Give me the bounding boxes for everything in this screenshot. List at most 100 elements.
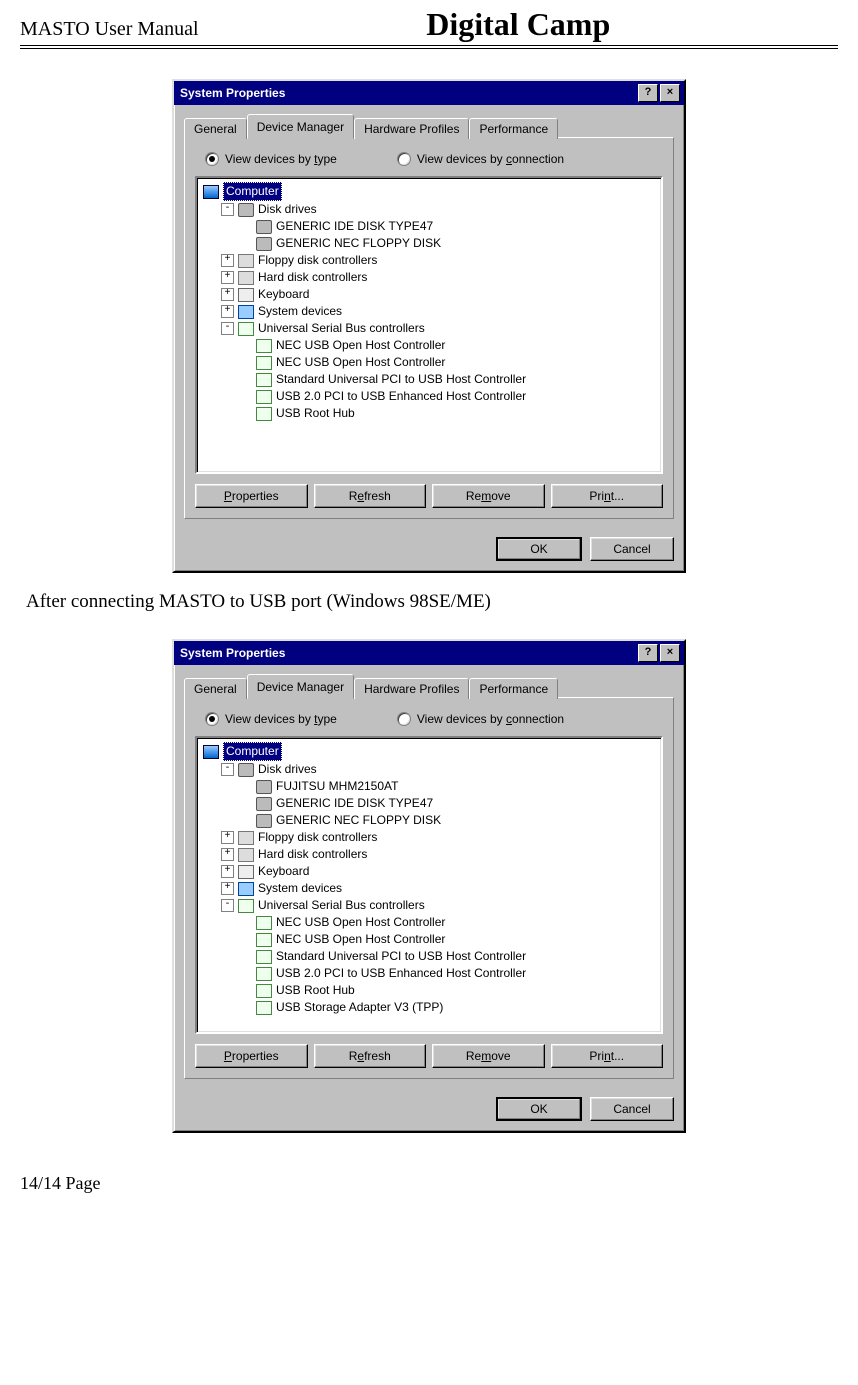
tree-node[interactable]: +System devices: [203, 880, 659, 897]
page-footer: 14/14 Page: [20, 1173, 838, 1194]
collapse-icon[interactable]: -: [221, 322, 234, 335]
tree-node[interactable]: +Keyboard: [203, 286, 659, 303]
refresh-button[interactable]: Refresh: [314, 1044, 427, 1068]
device-tree[interactable]: Computer -Disk drives FUJITSU MHM2150AT …: [195, 736, 663, 1034]
drive-icon: [238, 763, 254, 777]
tab-performance[interactable]: Performance: [469, 118, 558, 139]
computer-icon: [203, 185, 219, 199]
print-button[interactable]: Print...: [551, 1044, 664, 1068]
radio-dot-icon: [397, 712, 411, 726]
usb-icon: [256, 950, 272, 964]
refresh-button[interactable]: Refresh: [314, 484, 427, 508]
expand-icon[interactable]: +: [221, 831, 234, 844]
remove-button[interactable]: Remove: [432, 1044, 545, 1068]
drive-icon: [256, 814, 272, 828]
tree-leaf[interactable]: USB 2.0 PCI to USB Enhanced Host Control…: [203, 965, 659, 982]
radio-dot-icon: [205, 152, 219, 166]
tree-leaf[interactable]: FUJITSU MHM2150AT: [203, 778, 659, 795]
tree-leaf[interactable]: USB Root Hub: [203, 405, 659, 422]
header-left: MASTO User Manual: [20, 18, 199, 41]
controller-icon: [238, 271, 254, 285]
tree-leaf[interactable]: USB Root Hub: [203, 982, 659, 999]
tree-node[interactable]: -Disk drives: [203, 201, 659, 218]
tree-root[interactable]: Computer: [203, 742, 659, 761]
tree-leaf[interactable]: NEC USB Open Host Controller: [203, 337, 659, 354]
collapse-icon[interactable]: -: [221, 763, 234, 776]
cancel-button[interactable]: Cancel: [590, 537, 674, 561]
remove-button[interactable]: Remove: [432, 484, 545, 508]
tree-node[interactable]: +Hard disk controllers: [203, 846, 659, 863]
help-icon[interactable]: ?: [638, 84, 658, 102]
computer-icon: [203, 745, 219, 759]
expand-icon[interactable]: +: [221, 882, 234, 895]
expand-icon[interactable]: +: [221, 865, 234, 878]
radio-view-by-connection[interactable]: View devices by connection: [397, 712, 564, 726]
tree-node[interactable]: +Hard disk controllers: [203, 269, 659, 286]
tree-leaf[interactable]: GENERIC IDE DISK TYPE47: [203, 218, 659, 235]
tab-hardware-profiles[interactable]: Hardware Profiles: [354, 118, 469, 139]
tab-device-manager[interactable]: Device Manager: [247, 674, 354, 699]
tab-device-manager[interactable]: Device Manager: [247, 114, 354, 139]
usb-icon: [256, 373, 272, 387]
tree-node[interactable]: +System devices: [203, 303, 659, 320]
document-header: MASTO User Manual Digital Camp: [20, 0, 838, 49]
tree-leaf[interactable]: NEC USB Open Host Controller: [203, 914, 659, 931]
tree-node[interactable]: +Floppy disk controllers: [203, 829, 659, 846]
tab-hardware-profiles[interactable]: Hardware Profiles: [354, 678, 469, 699]
expand-icon[interactable]: +: [221, 848, 234, 861]
system-properties-dialog-before: System Properties ? × General Device Man…: [172, 79, 686, 573]
radio-view-by-type[interactable]: View devices by type: [205, 152, 337, 166]
tree-root[interactable]: Computer: [203, 182, 659, 201]
tree-leaf[interactable]: Standard Universal PCI to USB Host Contr…: [203, 948, 659, 965]
tree-node[interactable]: -Disk drives: [203, 761, 659, 778]
window-title: System Properties: [180, 646, 636, 660]
help-icon[interactable]: ?: [638, 644, 658, 662]
usb-icon: [238, 899, 254, 913]
tree-leaf[interactable]: USB 2.0 PCI to USB Enhanced Host Control…: [203, 388, 659, 405]
radio-view-by-type[interactable]: View devices by type: [205, 712, 337, 726]
window-title: System Properties: [180, 86, 636, 100]
collapse-icon[interactable]: -: [221, 899, 234, 912]
tab-general[interactable]: General: [184, 678, 247, 699]
expand-icon[interactable]: +: [221, 271, 234, 284]
ok-button[interactable]: OK: [496, 537, 582, 561]
tree-leaf[interactable]: GENERIC NEC FLOPPY DISK: [203, 235, 659, 252]
expand-icon[interactable]: +: [221, 305, 234, 318]
tree-node[interactable]: -Universal Serial Bus controllers: [203, 897, 659, 914]
tab-performance[interactable]: Performance: [469, 678, 558, 699]
usb-icon: [256, 916, 272, 930]
tree-leaf[interactable]: GENERIC NEC FLOPPY DISK: [203, 812, 659, 829]
tree-leaf[interactable]: NEC USB Open Host Controller: [203, 931, 659, 948]
close-icon[interactable]: ×: [660, 644, 680, 662]
tree-node[interactable]: +Keyboard: [203, 863, 659, 880]
tree-node[interactable]: -Universal Serial Bus controllers: [203, 320, 659, 337]
tree-leaf[interactable]: Standard Universal PCI to USB Host Contr…: [203, 371, 659, 388]
controller-icon: [238, 831, 254, 845]
keyboard-icon: [238, 865, 254, 879]
header-title: Digital Camp: [199, 6, 838, 43]
usb-icon: [256, 407, 272, 421]
cancel-button[interactable]: Cancel: [590, 1097, 674, 1121]
radio-view-by-connection[interactable]: View devices by connection: [397, 152, 564, 166]
drive-icon: [256, 780, 272, 794]
collapse-icon[interactable]: -: [221, 203, 234, 216]
titlebar[interactable]: System Properties ? ×: [174, 641, 684, 665]
device-tree[interactable]: Computer -Disk drives GENERIC IDE DISK T…: [195, 176, 663, 474]
close-icon[interactable]: ×: [660, 84, 680, 102]
system-icon: [238, 882, 254, 896]
tree-leaf[interactable]: USB Storage Adapter V3 (TPP): [203, 999, 659, 1016]
tree-node[interactable]: +Floppy disk controllers: [203, 252, 659, 269]
properties-button[interactable]: Properties: [195, 1044, 308, 1068]
expand-icon[interactable]: +: [221, 254, 234, 267]
tab-general[interactable]: General: [184, 118, 247, 139]
tree-leaf[interactable]: NEC USB Open Host Controller: [203, 354, 659, 371]
properties-button[interactable]: Properties: [195, 484, 308, 508]
radio-dot-icon: [397, 152, 411, 166]
ok-button[interactable]: OK: [496, 1097, 582, 1121]
usb-icon: [256, 390, 272, 404]
tree-leaf[interactable]: GENERIC IDE DISK TYPE47: [203, 795, 659, 812]
expand-icon[interactable]: +: [221, 288, 234, 301]
titlebar[interactable]: System Properties ? ×: [174, 81, 684, 105]
print-button[interactable]: Print...: [551, 484, 664, 508]
system-icon: [238, 305, 254, 319]
